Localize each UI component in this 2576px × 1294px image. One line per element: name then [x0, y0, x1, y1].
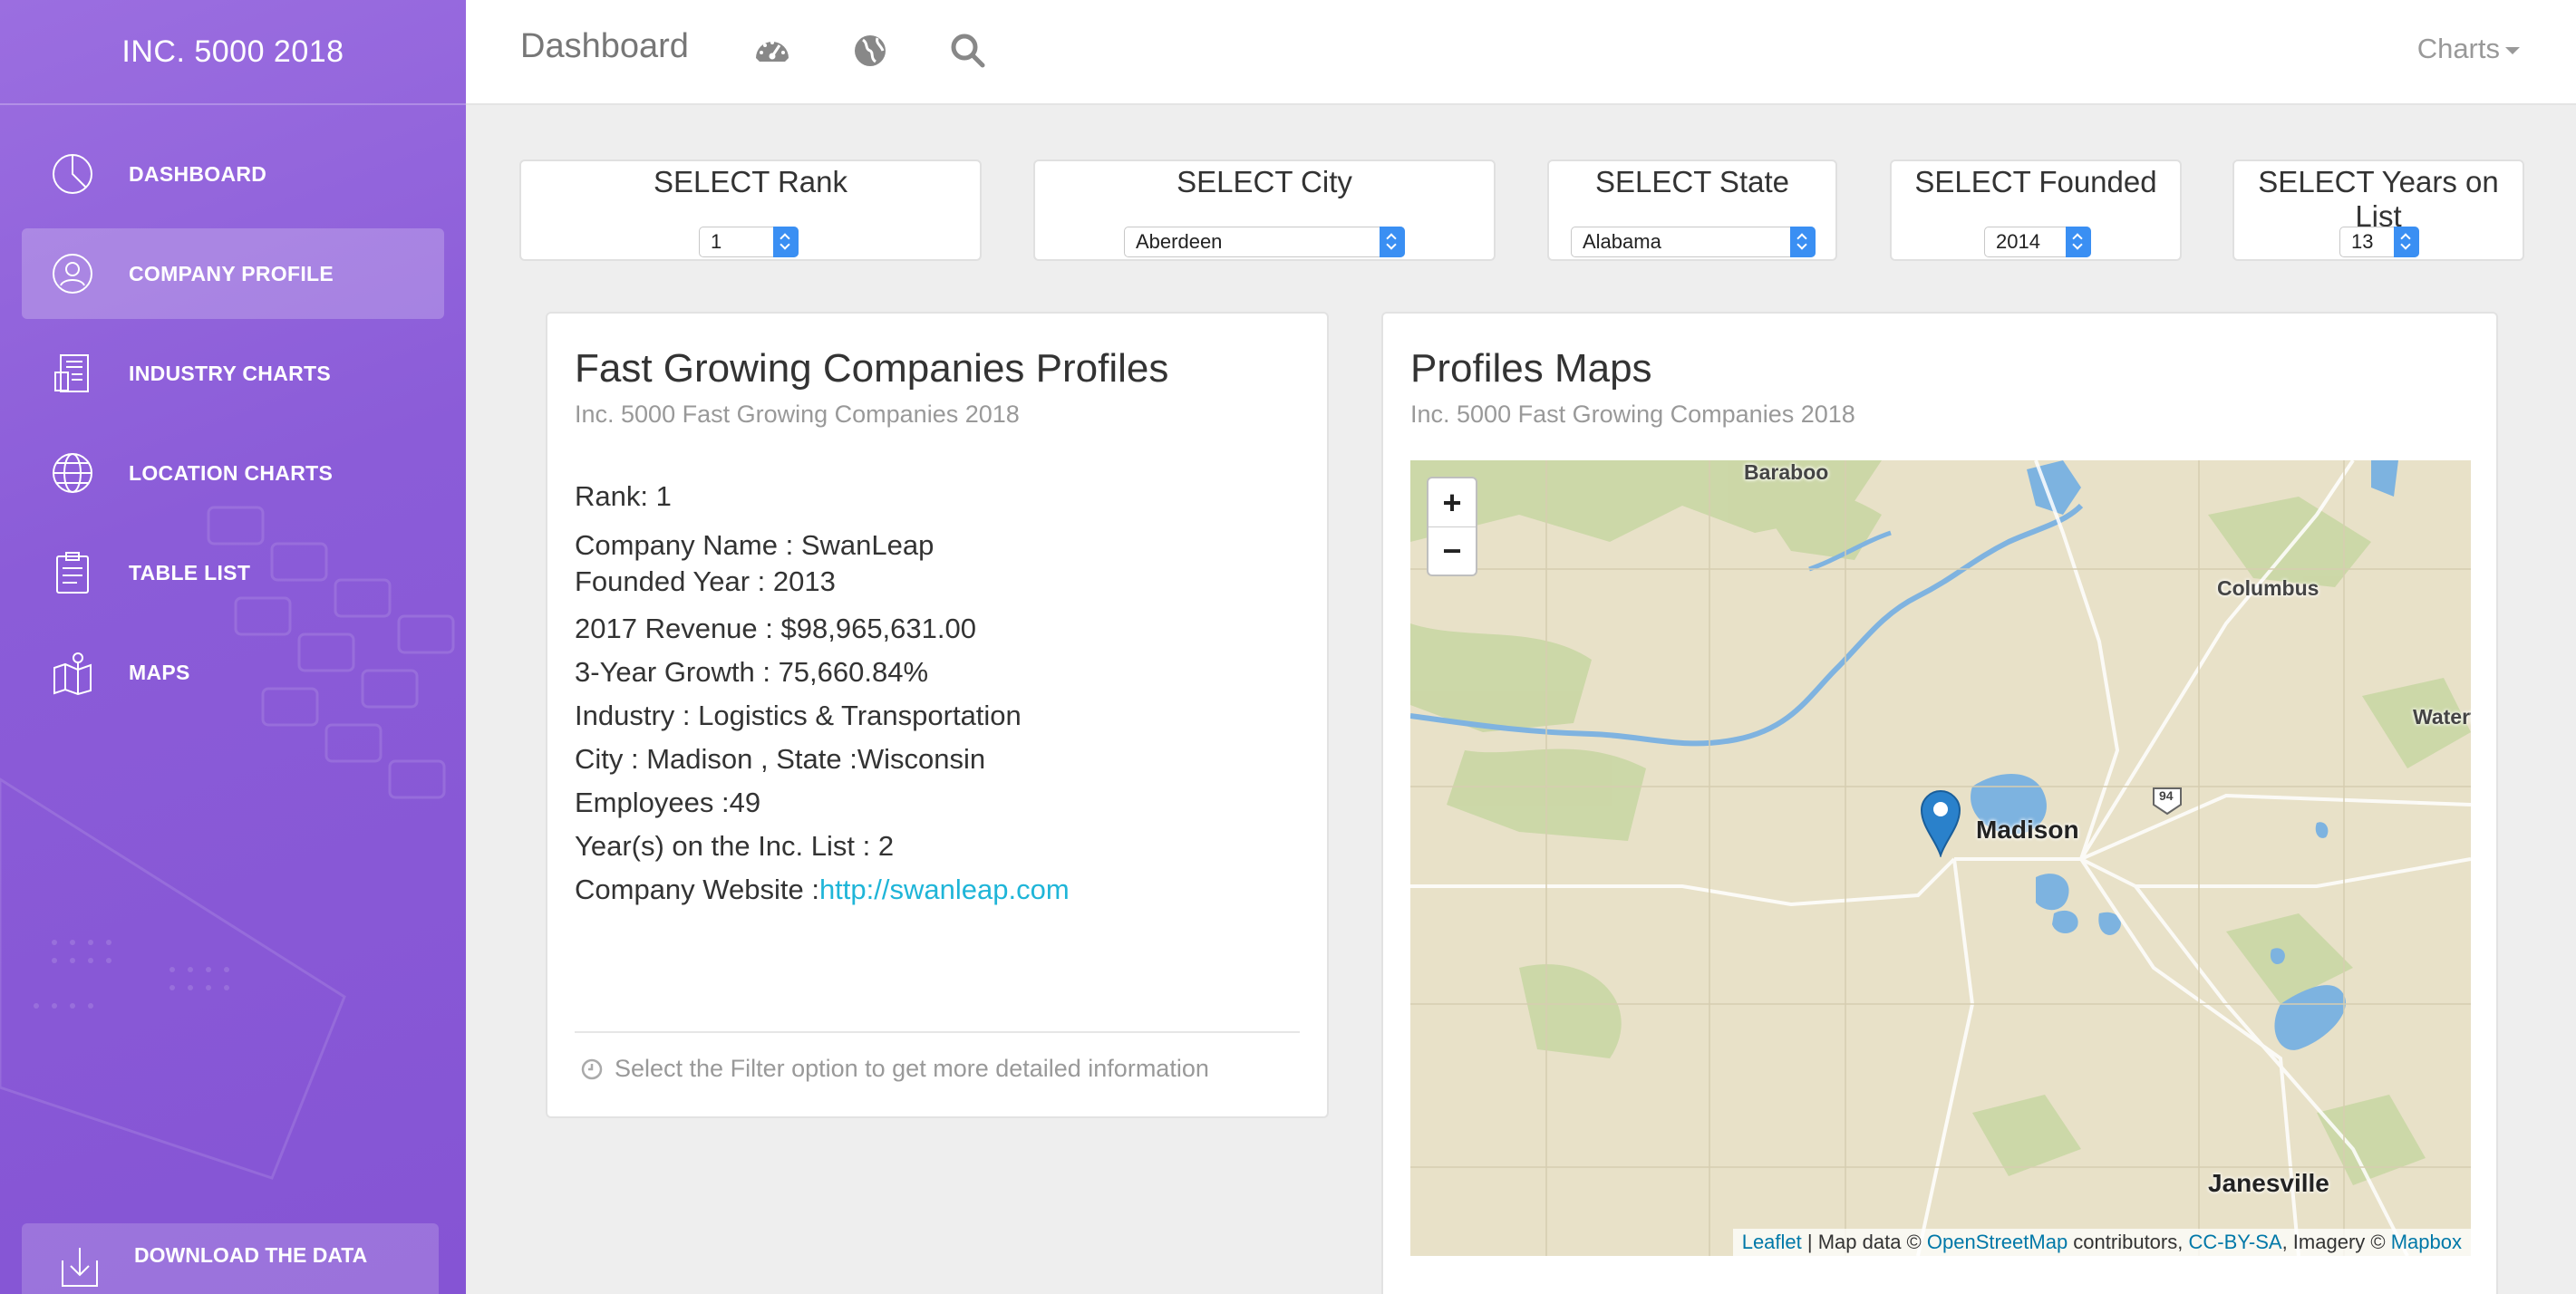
- map-label-highway: 94: [2159, 788, 2174, 803]
- state-select-value: Alabama: [1583, 230, 1661, 253]
- sidebar-item-label: MAPS: [129, 660, 190, 684]
- filter-state-label: SELECT State: [1594, 165, 1789, 198]
- profile-company-name: Company Name : SwanLeap: [575, 529, 935, 561]
- charts-dropdown[interactable]: Charts: [2417, 33, 2520, 65]
- filter-rank: SELECT Rank 1: [519, 159, 982, 261]
- select-arrows-icon: [2066, 227, 2091, 257]
- map-label-madison: Madison: [1976, 816, 2079, 844]
- founded-select[interactable]: 2014: [1984, 227, 2091, 257]
- top-navbar: Dashboard Charts: [466, 0, 2576, 105]
- filter-years-label: SELECT Years on List: [2258, 165, 2499, 233]
- attribution-text-3: , Imagery ©: [2281, 1231, 2391, 1253]
- rank-select-value: 1: [711, 230, 722, 253]
- profile-footer-text: Select the Filter option to get more det…: [615, 1055, 1209, 1082]
- filter-rank-label: SELECT Rank: [654, 165, 847, 198]
- years-select-value: 13: [2351, 230, 2374, 253]
- map-icon: [49, 649, 96, 696]
- leaflet-map[interactable]: Baraboo Columbus Watert Madison Janesvil…: [1410, 460, 2471, 1256]
- map-label-baraboo: Baraboo: [1744, 460, 1829, 484]
- filter-city-label: SELECT City: [1177, 165, 1352, 198]
- search-icon[interactable]: [948, 31, 988, 71]
- sidebar-item-industry-charts[interactable]: INDUSTRY CHARTS: [22, 328, 444, 419]
- download-icon: [56, 1243, 103, 1290]
- map-marker-icon[interactable]: [1918, 785, 1963, 857]
- map-attribution: Leaflet | Map data © OpenStreetMap contr…: [1732, 1229, 2471, 1256]
- mapbox-link[interactable]: Mapbox: [2391, 1231, 2462, 1253]
- sidebar: INC. 5000 2018 DASHBOARD COMPANY PROFILE…: [0, 0, 466, 1294]
- sidebar-item-label: COMPANY PROFILE: [129, 261, 334, 285]
- filter-founded: SELECT Founded 2014: [1890, 159, 2182, 261]
- select-arrows-icon: [1380, 227, 1405, 257]
- map-label-janesville: Janesville: [2208, 1169, 2329, 1197]
- pie-chart-icon: [49, 150, 96, 198]
- profile-website-label: Company Website :: [575, 874, 819, 905]
- filter-founded-label: SELECT Founded: [1914, 165, 2157, 198]
- years-select[interactable]: 13: [2339, 227, 2419, 257]
- profile-employees: Employees :49: [575, 787, 761, 818]
- filter-state: SELECT State Alabama: [1547, 159, 1837, 261]
- profile-location: City : Madison , State :Wisconsin: [575, 743, 986, 775]
- zoom-out-button[interactable]: −: [1428, 526, 1476, 575]
- profiles-map-card: Profiles Maps Inc. 5000 Fast Growing Com…: [1381, 312, 2498, 1294]
- profile-card-footer: Select the Filter option to get more det…: [575, 1031, 1300, 1083]
- sidebar-nav: DASHBOARD COMPANY PROFILE INDUSTRY CHART…: [0, 129, 466, 718]
- profile-details: Rank: 1 Company Name : SwanLeap Founded …: [575, 475, 1070, 912]
- sidebar-item-label: TABLE LIST: [129, 560, 251, 584]
- sidebar-item-company-profile[interactable]: COMPANY PROFILE: [22, 228, 444, 319]
- filter-city: SELECT City Aberdeen: [1033, 159, 1496, 261]
- clipboard-icon: [49, 549, 96, 596]
- company-profile-card: Fast Growing Companies Profiles Inc. 500…: [546, 312, 1329, 1118]
- map-card-subtitle: Inc. 5000 Fast Growing Companies 2018: [1410, 401, 1855, 428]
- brand-title[interactable]: INC. 5000 2018: [0, 0, 466, 105]
- chevron-down-icon: [2505, 47, 2520, 54]
- profile-industry: Industry : Logistics & Transportation: [575, 700, 1022, 731]
- map-card-title: Profiles Maps: [1410, 346, 1652, 391]
- attribution-text-2: contributors,: [2068, 1231, 2189, 1253]
- state-select[interactable]: Alabama: [1571, 227, 1816, 257]
- globe-icon: [49, 449, 96, 497]
- city-select-value: Aberdeen: [1136, 230, 1223, 253]
- document-icon: [49, 350, 96, 397]
- user-icon: [49, 250, 96, 297]
- sidebar-item-label: INDUSTRY CHARTS: [129, 361, 332, 385]
- download-label: DOWNLOAD THE DATA: [134, 1243, 368, 1267]
- founded-select-value: 2014: [1996, 230, 2040, 253]
- globe-icon[interactable]: [850, 31, 890, 71]
- license-link[interactable]: CC-BY-SA: [2188, 1231, 2281, 1253]
- select-arrows-icon: [1790, 227, 1816, 257]
- openstreetmap-link[interactable]: OpenStreetMap: [1927, 1231, 2068, 1253]
- sidebar-item-label: LOCATION CHARTS: [129, 460, 334, 485]
- sidebar-item-location-charts[interactable]: LOCATION CHARTS: [22, 428, 444, 518]
- profile-website: Company Website :http://swanleap.com: [575, 868, 1070, 912]
- rank-select[interactable]: 1: [699, 227, 799, 257]
- map-label-columbus: Columbus: [2217, 576, 2319, 600]
- company-website-link[interactable]: http://swanleap.com: [819, 874, 1070, 905]
- select-arrows-icon: [773, 227, 799, 257]
- profile-card-title: Fast Growing Companies Profiles: [575, 346, 1169, 391]
- profile-revenue: 2017 Revenue : $98,965,631.00: [575, 613, 976, 644]
- sidebar-item-table-list[interactable]: TABLE LIST: [22, 527, 444, 618]
- download-data-button[interactable]: DOWNLOAD THE DATA: [22, 1223, 439, 1294]
- profile-growth: 3-Year Growth : 75,660.84%: [575, 656, 929, 688]
- leaflet-link[interactable]: Leaflet: [1742, 1231, 1802, 1253]
- profile-years-on-list: Year(s) on the Inc. List : 2: [575, 830, 895, 862]
- sidebar-item-dashboard[interactable]: DASHBOARD: [22, 129, 444, 219]
- map-label-watertown: Watert: [2413, 705, 2471, 729]
- sidebar-item-maps[interactable]: MAPS: [22, 627, 444, 718]
- clock-icon: [581, 1058, 603, 1079]
- sidebar-item-label: DASHBOARD: [129, 161, 267, 186]
- charts-dropdown-label: Charts: [2416, 33, 2500, 64]
- select-arrows-icon: [2394, 227, 2419, 257]
- attribution-text-1: | Map data ©: [1801, 1231, 1927, 1253]
- profile-rank: Rank: 1: [575, 480, 672, 512]
- profile-card-subtitle: Inc. 5000 Fast Growing Companies 2018: [575, 401, 1020, 428]
- zoom-control: + −: [1427, 477, 1477, 576]
- city-select[interactable]: Aberdeen: [1124, 227, 1405, 257]
- dashboard-icon[interactable]: [752, 31, 792, 71]
- filter-years-on-list: SELECT Years on List 13: [2232, 159, 2524, 261]
- zoom-in-button[interactable]: +: [1428, 478, 1476, 526]
- profile-founded-year: Founded Year : 2013: [575, 565, 836, 597]
- page-title[interactable]: Dashboard: [520, 27, 689, 66]
